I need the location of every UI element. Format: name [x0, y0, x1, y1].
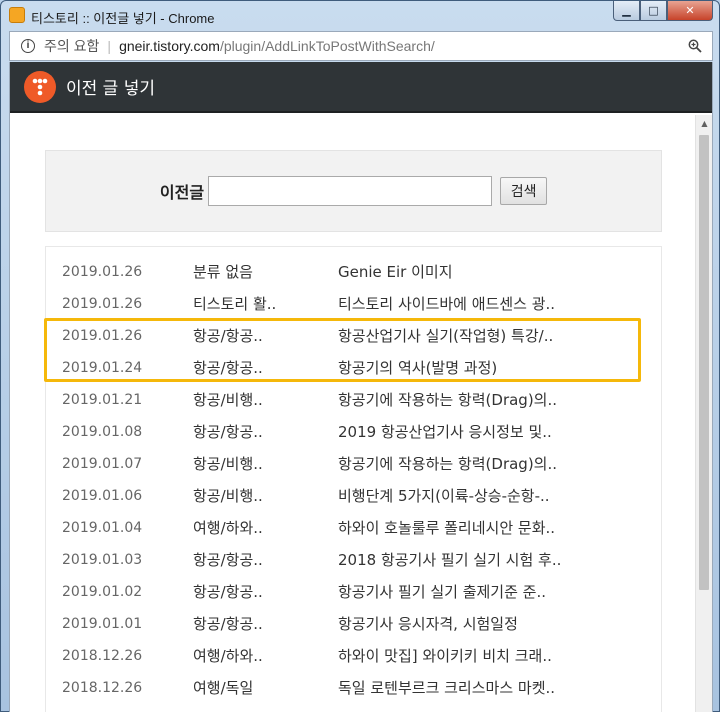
url-host[interactable]: gneir.tistory.com	[119, 38, 220, 54]
post-date: 2018.12.26	[62, 680, 143, 696]
post-category: 항공/항공..	[193, 359, 263, 377]
url-path[interactable]: /plugin/AddLinkToPostWithSearch/	[220, 38, 435, 54]
page-title: 이전 글 넣기	[66, 79, 156, 99]
post-title[interactable]: 하와이 맛집] 와이키키 비치 크래..	[338, 640, 638, 672]
post-category: 항공/항공..	[193, 615, 263, 633]
post-row[interactable]: 2019.01.24 항공/항공.. 항공기의 역사(발명 과정)	[46, 352, 661, 384]
post-category: 여행/하와..	[193, 519, 263, 537]
post-title[interactable]: 하와이 호놀룰루 폴리네시안 문화..	[338, 512, 638, 544]
post-row[interactable]: 2018.12.26 여행/하와.. 하와이 맛집] 와이키키 비치 크래..	[46, 640, 661, 672]
post-category: 항공/비행..	[193, 455, 263, 473]
scroll-up-arrow-icon[interactable]: ▲	[696, 115, 712, 132]
post-category: 티스토리 활..	[193, 295, 277, 313]
tistory-logo-icon	[24, 70, 56, 103]
post-row[interactable]: 2019.01.04 여행/하와.. 하와이 호놀룰루 폴리네시안 문화..	[46, 512, 661, 544]
post-date: 2019.01.07	[62, 456, 143, 472]
post-date: 2019.01.04	[62, 520, 143, 536]
post-category: 항공/항공..	[193, 423, 263, 441]
post-category: 항공/항공..	[193, 583, 263, 601]
close-button[interactable]: ✕	[667, 1, 713, 21]
post-date: 2019.01.24	[62, 360, 143, 376]
post-row[interactable]: 2019.01.01 항공/항공.. 항공기사 응시자격, 시험일정	[46, 608, 661, 640]
vertical-scrollbar[interactable]: ▲	[695, 115, 712, 712]
post-date: 2019.01.06	[62, 488, 143, 504]
post-category: 항공/항공..	[193, 551, 263, 569]
app-icon	[9, 7, 25, 23]
post-date: 2018.12.26	[62, 648, 143, 664]
post-row[interactable]: 2018.12.26 여행/독일 독일 로텐부르크 크리스마스 마켓..	[46, 672, 661, 704]
post-date: 2019.01.08	[62, 424, 143, 440]
post-category: 여행/독일	[193, 679, 254, 697]
post-title[interactable]: 2019 항공산업기사 응시정보 및..	[338, 416, 638, 448]
search-label: 이전글	[159, 183, 205, 202]
post-title[interactable]: Genie Eir 이미지	[338, 256, 638, 288]
post-row[interactable]: 2019.01.26 분류 없음 Genie Eir 이미지	[46, 256, 661, 288]
post-category: 항공/비행..	[193, 487, 263, 505]
post-row[interactable]: 2019.01.26 항공/항공.. 항공산업기사 실기(작업형) 특강/..	[46, 320, 661, 352]
browser-window: 티스토리 :: 이전글 넣기 - Chrome ▁ □ ✕ i 주의 요함 | …	[0, 0, 720, 712]
post-title[interactable]: 항공기의 역사(발명 과정)	[338, 352, 638, 384]
post-title[interactable]: 티스토리 사이드바에 애드센스 광..	[338, 288, 638, 320]
post-title[interactable]: 비행단계 5가지(이륙-상승-순항-..	[338, 480, 638, 512]
post-row[interactable]: 2019.01.08 항공/항공.. 2019 항공산업기사 응시정보 및..	[46, 416, 661, 448]
post-date: 2019.01.01	[62, 616, 143, 632]
post-date: 2019.01.26	[62, 296, 143, 312]
post-date: 2019.01.21	[62, 392, 143, 408]
post-title[interactable]: 항공기사 필기 실기 출제기준 준..	[338, 576, 638, 608]
post-row[interactable]: 2019.01.02 항공/항공.. 항공기사 필기 실기 출제기준 준..	[46, 576, 661, 608]
post-row[interactable]: 2019.01.26 티스토리 활.. 티스토리 사이드바에 애드센스 광..	[46, 288, 661, 320]
page-header: 이전 글 넣기	[10, 62, 712, 113]
zoom-icon[interactable]	[688, 39, 702, 53]
post-title[interactable]: 독일 로텐부르크 크리스마스 마켓..	[338, 672, 638, 704]
address-bar[interactable]: i 주의 요함 | gneir.tistory.com/plugin/AddLi…	[9, 31, 713, 61]
minimize-button[interactable]: ▁	[613, 1, 640, 21]
window-title: 티스토리 :: 이전글 넣기 - Chrome	[31, 11, 215, 26]
search-panel: 이전글 검색	[45, 150, 662, 232]
post-title[interactable]: 항공기에 작용하는 항력(Drag)의..	[338, 384, 638, 416]
address-separator: |	[107, 38, 112, 54]
post-title[interactable]: 2018 항공기사 필기 실기 시험 후..	[338, 544, 638, 576]
post-category: 항공/항공..	[193, 327, 263, 345]
insecure-label[interactable]: 주의 요함	[44, 36, 99, 56]
post-title[interactable]: 항공기에 작용하는 항력(Drag)의..	[338, 448, 638, 480]
info-icon[interactable]: i	[21, 39, 35, 53]
title-bar[interactable]: 티스토리 :: 이전글 넣기 - Chrome ▁ □ ✕	[1, 1, 719, 31]
post-title[interactable]: 항공기사 응시자격, 시험일정	[338, 608, 638, 640]
post-row[interactable]: 2019.01.06 항공/비행.. 비행단계 5가지(이륙-상승-순항-..	[46, 480, 661, 512]
post-category: 분류 없음	[193, 263, 253, 281]
post-date: 2019.01.26	[62, 264, 143, 280]
window-controls: ▁ □ ✕	[613, 1, 713, 21]
search-button[interactable]: 검색	[500, 177, 548, 205]
maximize-button[interactable]: □	[640, 1, 667, 21]
post-row[interactable]: 2019.01.03 항공/항공.. 2018 항공기사 필기 실기 시험 후..	[46, 544, 661, 576]
post-row[interactable]: 2019.01.07 항공/비행.. 항공기에 작용하는 항력(Drag)의..	[46, 448, 661, 480]
post-date: 2019.01.26	[62, 328, 143, 344]
post-list: 2019.01.26 분류 없음 Genie Eir 이미지 2019.01.26 티스…	[45, 246, 662, 712]
search-input[interactable]	[208, 176, 493, 206]
post-title[interactable]: 항공산업기사 실기(작업형) 특강/..	[338, 320, 638, 352]
post-category: 항공/비행..	[193, 391, 263, 409]
page-content: 이전 글 넣기 이전글 검색 2019.01.26 분류 없음 Genie Eir …	[9, 62, 713, 712]
post-date: 2019.01.03	[62, 552, 143, 568]
scroll-thumb[interactable]	[699, 135, 709, 590]
post-category: 여행/하와..	[193, 647, 263, 665]
post-date: 2019.01.02	[62, 584, 143, 600]
post-row[interactable]: 2019.01.21 항공/비행.. 항공기에 작용하는 항력(Drag)의..	[46, 384, 661, 416]
